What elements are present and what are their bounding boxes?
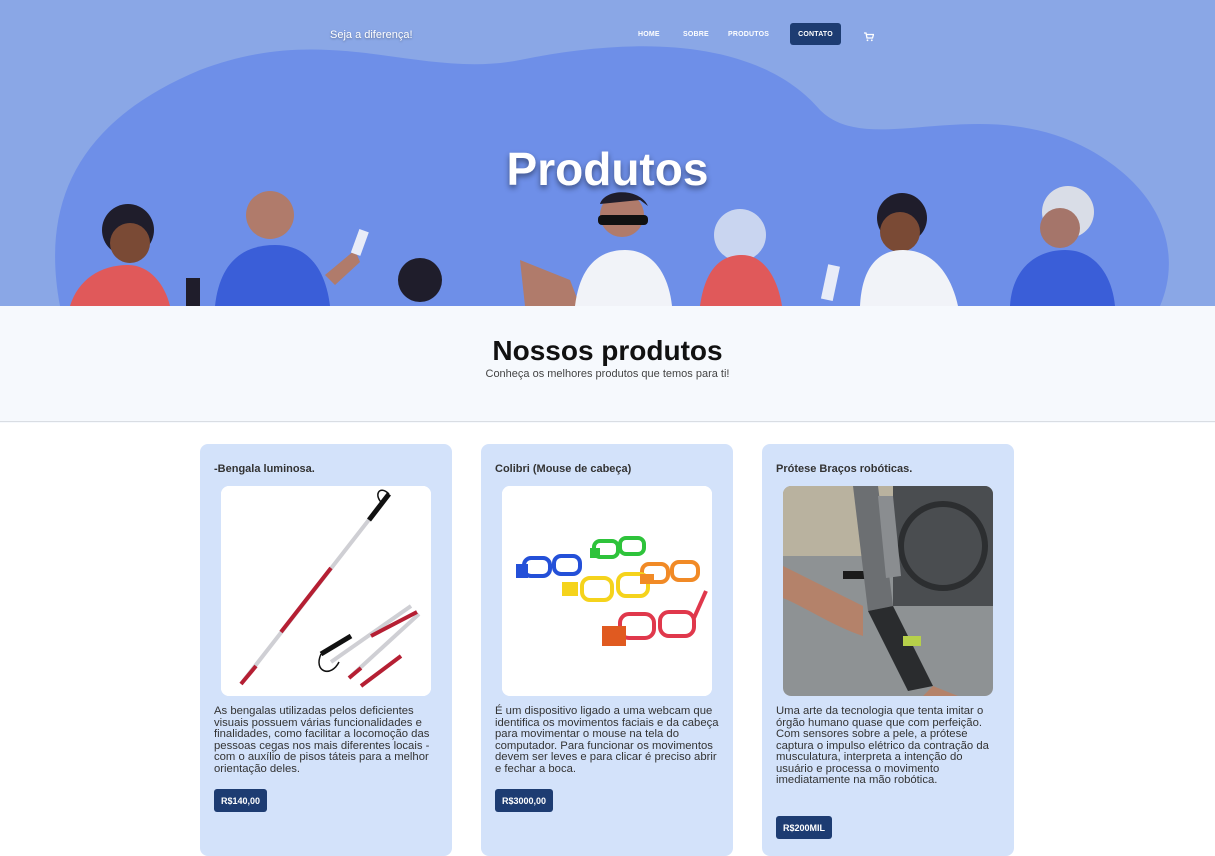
products-grid: -Bengala luminosa. As bengalas utilizada… [0,423,1215,856]
section-subtitle: Conheça os melhores produtos que temos p… [485,368,730,380]
product-description: Uma arte da tecnologia que tenta imitar … [776,705,989,786]
cart-icon[interactable] [864,29,875,42]
product-description: É um dispositivo ligado a uma webcam que… [495,705,719,775]
products-section-header: Nossos produtos Conheça os melhores prod… [0,306,1215,422]
price-button[interactable]: R$3000,00 [495,789,554,812]
product-description: As bengalas utilizadas pelos deficientes… [214,705,430,775]
nav-sobre[interactable]: SOBRE [683,31,709,38]
robotic-arm-image [783,486,993,696]
brand-slogan[interactable]: Seja a diferença! [330,29,413,41]
hero-banner: Seja a diferença! HOME SOBRE PRODUTOS CO… [0,0,1215,306]
price-button[interactable]: R$140,00 [214,789,268,812]
product-title: -Bengala luminosa. [214,463,315,475]
section-title: Nossos produtos [492,335,723,366]
product-card: -Bengala luminosa. As bengalas utilizada… [200,444,452,856]
colored-glasses-image [502,486,712,696]
nav-contato-button[interactable]: CONTATO [790,23,841,45]
hero-title: Produtos [506,143,709,195]
product-title: Colibri (Mouse de cabeça) [495,463,632,475]
product-title: Prótese Braços robóticas. [776,463,913,475]
price-button[interactable]: R$200MIL [776,816,833,839]
product-card: Prótese Braços robóticas. Uma arte da te… [762,444,1014,856]
nav-home[interactable]: HOME [638,31,660,38]
product-card: Colibri (Mouse de cabeça) É um dispositi… [481,444,733,856]
nav-produtos[interactable]: PRODUTOS [728,31,769,38]
white-cane-image [221,486,431,696]
